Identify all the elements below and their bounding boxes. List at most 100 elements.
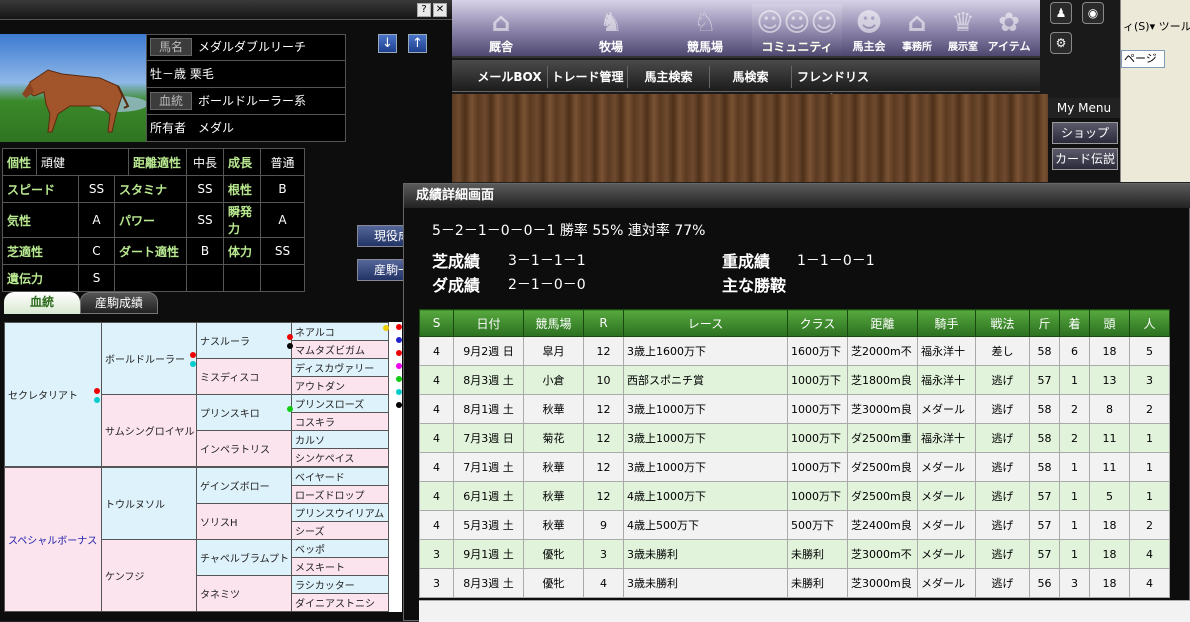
- pedigree-g3[interactable]: プリンスキロ: [196, 394, 292, 431]
- pedigree-g4[interactable]: メスキート: [291, 557, 389, 576]
- nav-racecourse[interactable]: ♘ 競馬場: [676, 4, 734, 56]
- stat-label: 芝適性: [2, 237, 79, 265]
- pedigree-g4[interactable]: ローズドロップ: [291, 485, 389, 504]
- card-legend-button[interactable]: カード伝説: [1052, 148, 1118, 170]
- nav-items[interactable]: ✿ アイテム: [980, 4, 1038, 56]
- pedigree-sire[interactable]: セクレタリアト: [4, 322, 102, 467]
- legend-dot: [396, 376, 402, 382]
- col-header[interactable]: 着: [1059, 309, 1090, 337]
- stat-label: 根性: [223, 175, 261, 203]
- mailbox-button[interactable]: メールBOX: [472, 66, 548, 88]
- col-header[interactable]: 競馬場: [523, 309, 584, 337]
- nav-stable[interactable]: ⌂ 厩舎: [472, 4, 530, 56]
- pedigree-g4[interactable]: ベッポ: [291, 539, 389, 558]
- trade-button[interactable]: トレード管理: [548, 66, 628, 88]
- pedigree-g3[interactable]: ミスディスコ: [196, 358, 292, 395]
- col-header[interactable]: 騎手: [917, 309, 976, 337]
- tab-pedigree[interactable]: 血統: [4, 292, 80, 314]
- pedigree-g4[interactable]: アウトダン: [291, 376, 389, 395]
- table-cell: 逃げ: [975, 510, 1030, 540]
- table-cell: 芝3000m良: [847, 568, 918, 598]
- col-header[interactable]: レース: [623, 309, 788, 337]
- table-row[interactable]: 4 9月2週 日皐月 12 3歳上1600万下 1600万下 芝2000m不 福永洋十 差し 5…: [419, 336, 1170, 366]
- table-row[interactable]: 4 8月3週 土小倉 10 西部スポニチ賞 1000万下 芝1800m良 福永洋十 逃げ 57 1…: [419, 365, 1170, 395]
- table-row[interactable]: 4 5月3週 土秋華 9 4歳上500万下 500万下 芝2400m良 メダール 逃げ 57 1 1…: [419, 510, 1170, 540]
- pedigree-g4[interactable]: シンケペイス: [291, 448, 389, 467]
- pedigree-g3[interactable]: インペラトリス: [196, 430, 292, 467]
- arrow-down-button[interactable]: ↓: [378, 34, 397, 53]
- table-cell: 58: [1029, 394, 1060, 424]
- pedigree-g4[interactable]: ディスカヴァリー: [291, 358, 389, 377]
- close-icon[interactable]: ✕: [433, 3, 447, 17]
- address-field[interactable]: ページ: [1121, 50, 1165, 68]
- legend-dot: [396, 350, 402, 356]
- nav-label: アイテム: [987, 40, 1031, 53]
- table-cell: 1: [1129, 452, 1170, 482]
- pedigree-g3[interactable]: ソリスH: [196, 503, 292, 540]
- pedigree-g4[interactable]: ベイヤード: [291, 467, 389, 486]
- col-header[interactable]: S: [419, 309, 454, 337]
- pedigree-g2[interactable]: ケンフジ: [101, 539, 197, 612]
- dirt-record: 2－1－0－0: [508, 277, 586, 293]
- table-cell: 3: [583, 539, 624, 569]
- pedigree-dam[interactable]: スペシャルボーナス: [4, 467, 102, 612]
- table-row[interactable]: 4 7月3週 日菊花 12 3歳上1000万下 1000万下 ダ2500m重 福永洋十 逃げ 5…: [419, 423, 1170, 453]
- owner-search-button[interactable]: 馬主検索: [628, 66, 710, 88]
- arrow-up-button[interactable]: ↑: [408, 34, 427, 53]
- table-row[interactable]: 3 9月1週 土優牝 3 3歳未勝利 未勝利 芝3000m不 メダール 逃げ 57 1 18 4: [419, 539, 1170, 569]
- table-row[interactable]: 4 7月1週 土秋華 12 3歳上1000万下 1000万下 ダ2500m良 メダール 逃げ 5…: [419, 452, 1170, 482]
- pedigree-g4[interactable]: ネアルコ: [291, 322, 389, 341]
- pedigree-g3[interactable]: ナスルーラ: [196, 322, 292, 359]
- pedigree-g4[interactable]: カルソ: [291, 430, 389, 449]
- stat-value: A: [260, 202, 305, 238]
- horse-search-button[interactable]: 馬検索: [710, 66, 792, 88]
- pedigree-g2[interactable]: トウルヌソル: [101, 467, 197, 540]
- pedigree-g4[interactable]: シーズ: [291, 521, 389, 540]
- col-header[interactable]: クラス: [787, 309, 848, 337]
- user-icon[interactable]: ♟: [1050, 2, 1072, 24]
- table-cell: 福永洋十: [917, 365, 976, 395]
- pedigree-g3[interactable]: チャペルブラムプト: [196, 539, 292, 576]
- pedigree-g2[interactable]: サムシングロイヤル: [101, 394, 197, 467]
- table-row[interactable]: 4 8月1週 土秋華 12 3歳上1000万下 1000万下 芝3000m良 メダール 逃げ 5…: [419, 394, 1170, 424]
- col-header[interactable]: R: [583, 309, 624, 337]
- pedigree-g3[interactable]: タネミツ: [196, 575, 292, 612]
- col-header[interactable]: 斤: [1029, 309, 1060, 337]
- table-row[interactable]: 4 6月1週 土秋華 12 4歳上1000万下 1000万下 ダ2500m良 メダール 逃げ 5…: [419, 481, 1170, 511]
- pedigree-g4[interactable]: プリンスローズ: [291, 394, 389, 413]
- table-row[interactable]: 3 8月3週 土優牝 4 3歳未勝利 未勝利 芝3000m良 メダール 逃げ 56 3 18 4: [419, 568, 1170, 598]
- nav-community[interactable]: ☺☺☺ コミュニティ: [752, 4, 842, 56]
- friend-list-button[interactable]: フレンドリスト: [792, 66, 874, 106]
- nav-label: コミュニティ: [761, 40, 833, 54]
- pedigree-chart: セクレタリアト スペシャルボーナス ボールドルーラー サムシングロイヤル トウル…: [4, 322, 402, 612]
- offspring-list-button[interactable]: 産駒一: [357, 259, 407, 281]
- active-results-button[interactable]: 現役成: [357, 225, 407, 247]
- stat-label: 個性: [2, 148, 37, 176]
- pedigree-g2[interactable]: ボールドルーラー: [101, 322, 197, 395]
- pedigree-g4[interactable]: コスキラ: [291, 412, 389, 431]
- table-cell: 芝3000m良: [847, 394, 918, 424]
- settings-icon[interactable]: ⚙: [1050, 32, 1072, 54]
- stats-table: 個性 頑健 距離適性 中長 成長 普通 スピード SS スタミナ SS 根性 B…: [2, 148, 305, 292]
- pedigree-g4[interactable]: マムタズビガム: [291, 340, 389, 359]
- pedigree-g4[interactable]: ラシカッター: [291, 575, 389, 594]
- shop-button[interactable]: ショップ: [1052, 122, 1118, 144]
- help-icon[interactable]: ?: [417, 3, 431, 17]
- pedigree-g4[interactable]: ダイニアストニシ: [291, 593, 389, 612]
- pedigree-g4[interactable]: プリンスウイリアム: [291, 503, 389, 522]
- nav-ranch[interactable]: ♞ 牧場: [582, 4, 640, 56]
- table-cell: 3歳上1000万下: [623, 423, 788, 453]
- col-header[interactable]: 人: [1129, 309, 1170, 337]
- col-header[interactable]: 頭: [1089, 309, 1130, 337]
- table-cell: メダール: [917, 394, 976, 424]
- col-header[interactable]: 戦法: [975, 309, 1030, 337]
- col-header[interactable]: 日付: [453, 309, 524, 337]
- table-cell: 9月1週 土: [453, 539, 524, 569]
- tab-offspring[interactable]: 産駒成績: [80, 292, 158, 314]
- table-cell: ダ2500m良: [847, 452, 918, 482]
- col-header[interactable]: 距離: [847, 309, 918, 337]
- globe-icon[interactable]: ◉: [1082, 2, 1104, 24]
- browser-menu[interactable]: ィ(S)▾ ツール: [1123, 18, 1190, 34]
- dirt-label: ダ成績: [432, 276, 481, 295]
- pedigree-g3[interactable]: ゲインズボロー: [196, 467, 292, 504]
